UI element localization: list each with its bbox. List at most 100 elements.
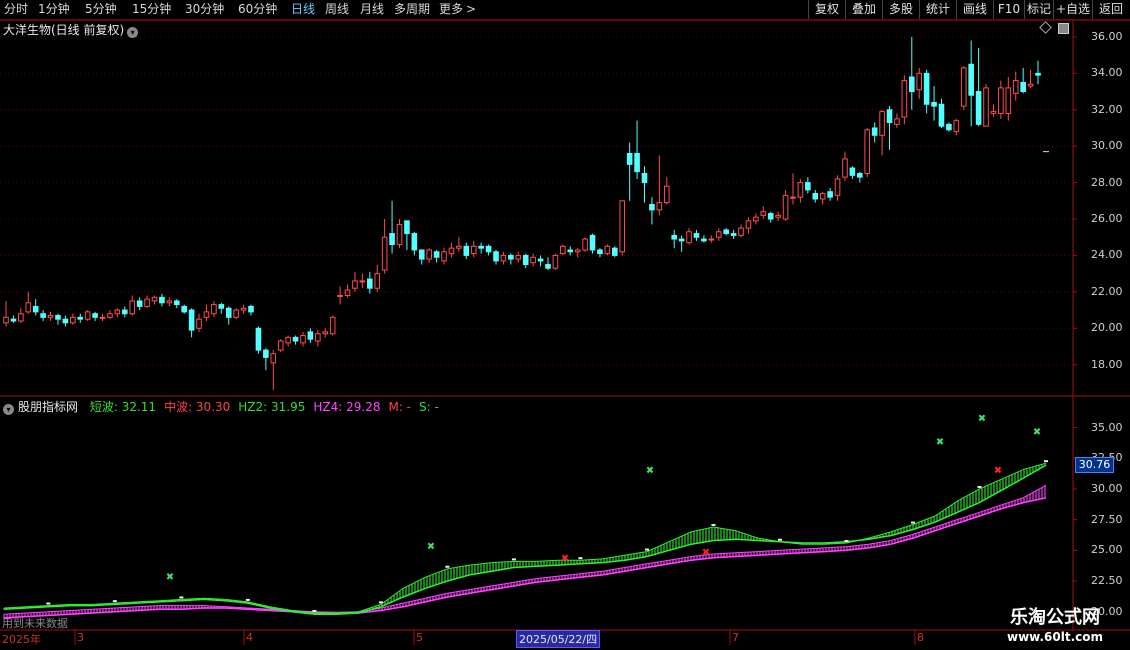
candle-body: [656, 202, 663, 211]
candle-body: [916, 72, 923, 91]
candle-body: [1012, 80, 1019, 94]
candle-body: [530, 256, 536, 264]
candle-body: [715, 231, 722, 238]
candle-body: [849, 167, 856, 176]
green-x-mark: ✖: [166, 572, 174, 583]
candle-body: [389, 233, 395, 246]
candle-body: [649, 203, 655, 211]
candle-body: [983, 87, 989, 127]
candle-body: [478, 245, 484, 249]
green-x-mark: ✖: [936, 437, 944, 448]
candle-body: [790, 196, 796, 199]
candle-body: [574, 249, 581, 253]
candle-body: [62, 318, 69, 324]
red-x-mark: ✖: [702, 548, 710, 559]
candle-body: [582, 238, 588, 251]
dropdown-circle-icon[interactable]: ▾: [3, 404, 14, 415]
date-tick-label: 2025年: [2, 633, 41, 646]
candle-body: [396, 223, 403, 246]
short-wave-marker: [1044, 460, 1048, 463]
candle-body: [604, 245, 611, 255]
candle-body: [55, 315, 61, 320]
legend-item: HZ2: 31.95: [238, 400, 306, 414]
current-value-badge: 30.76: [1075, 457, 1114, 473]
candle-body: [493, 251, 499, 262]
candle-body: [129, 300, 136, 315]
candle-body: [901, 80, 908, 118]
candle-body: [322, 331, 329, 335]
candle-body: [805, 182, 811, 191]
short-wave-marker: [910, 521, 915, 524]
chart-frame: [0, 19, 1130, 645]
dropdown-circle-icon[interactable]: ▾: [127, 27, 139, 38]
legend-item: S: -: [419, 400, 439, 414]
candle-body: [998, 87, 1004, 114]
chart-canvas: ✖✖✖✖✖✖✖✖✖✖: [0, 19, 1130, 645]
hz2-line: [3, 464, 1047, 615]
main-grid: [0, 36, 1077, 366]
candle-body: [404, 220, 410, 235]
candle-body: [953, 120, 960, 133]
candle-body: [107, 313, 113, 318]
candle-body: [938, 103, 945, 127]
candle-body: [374, 273, 381, 289]
mid-wave-line: [3, 484, 1047, 615]
short-wave-marker: [511, 558, 516, 561]
legend-item: HZ4: 29.28: [313, 400, 381, 414]
candle-body: [337, 294, 343, 297]
date-tick-label: 3: [77, 631, 84, 644]
indicator-tick-label: 25.00: [1091, 543, 1123, 557]
candle-body: [32, 305, 39, 313]
date-tick-label: 4: [246, 631, 253, 644]
candle-body: [834, 178, 841, 196]
red-x-mark: ✖: [994, 465, 1002, 476]
candle-body: [886, 109, 893, 124]
candle-body: [946, 123, 952, 131]
candle-body: [344, 289, 351, 296]
settings-square-icon[interactable]: [1058, 23, 1069, 34]
candle-body: [233, 309, 239, 318]
indicator-legend: ▾ 股朋指标网 短波: 32.11 中波: 30.30 HZ2: 31.95 HZ4: …: [3, 398, 439, 415]
candle-body: [188, 309, 195, 331]
indicator-series: ✖✖✖✖✖✖✖✖✖✖: [3, 414, 1048, 619]
candle-body: [522, 254, 529, 266]
green-x-mark: ✖: [646, 465, 654, 476]
candle-body: [463, 245, 470, 256]
candle-body: [263, 349, 269, 358]
candle-body: [775, 214, 781, 218]
candle-body: [641, 172, 648, 184]
candle-body: [678, 238, 685, 242]
candle-body: [753, 216, 759, 222]
indicator-tick-label: 22.50: [1091, 574, 1123, 588]
candle-body: [730, 233, 737, 236]
candle-body: [626, 152, 633, 165]
candle-body: [894, 118, 900, 125]
candle-body: [121, 309, 128, 315]
short-wave-marker: [445, 565, 450, 568]
candle-body: [248, 305, 254, 313]
indicator-name[interactable]: 股朋指标网: [18, 400, 78, 414]
green-x-mark: ✖: [427, 541, 435, 552]
candle-body: [864, 129, 871, 174]
candle-body: [441, 251, 447, 262]
watermark-url: www.60lt.com: [1006, 630, 1104, 644]
candle-body: [84, 311, 91, 320]
candle-body: [560, 245, 566, 255]
price-tick-label: 28.00: [1091, 175, 1123, 189]
candle-body: [456, 245, 462, 249]
candle-body: [40, 313, 46, 318]
short-wave-marker: [711, 524, 716, 527]
candle-body: [693, 233, 700, 238]
candle-body: [366, 278, 373, 289]
stock-title[interactable]: 大洋生物(日线 前复权) ▾: [3, 21, 139, 38]
candle-body: [136, 300, 143, 307]
cursor-date-label: 2025/05/22/四: [516, 630, 601, 648]
candle-body: [745, 220, 752, 229]
price-tick-label: 20.00: [1091, 321, 1123, 335]
candle-body: [485, 245, 492, 253]
candle-body: [77, 316, 84, 320]
candle-body: [352, 280, 358, 289]
indicator-tick-label: 35.00: [1091, 420, 1123, 434]
legend-item: 短波: 32.11: [89, 400, 157, 414]
price-tick-label: 36.00: [1091, 29, 1123, 43]
